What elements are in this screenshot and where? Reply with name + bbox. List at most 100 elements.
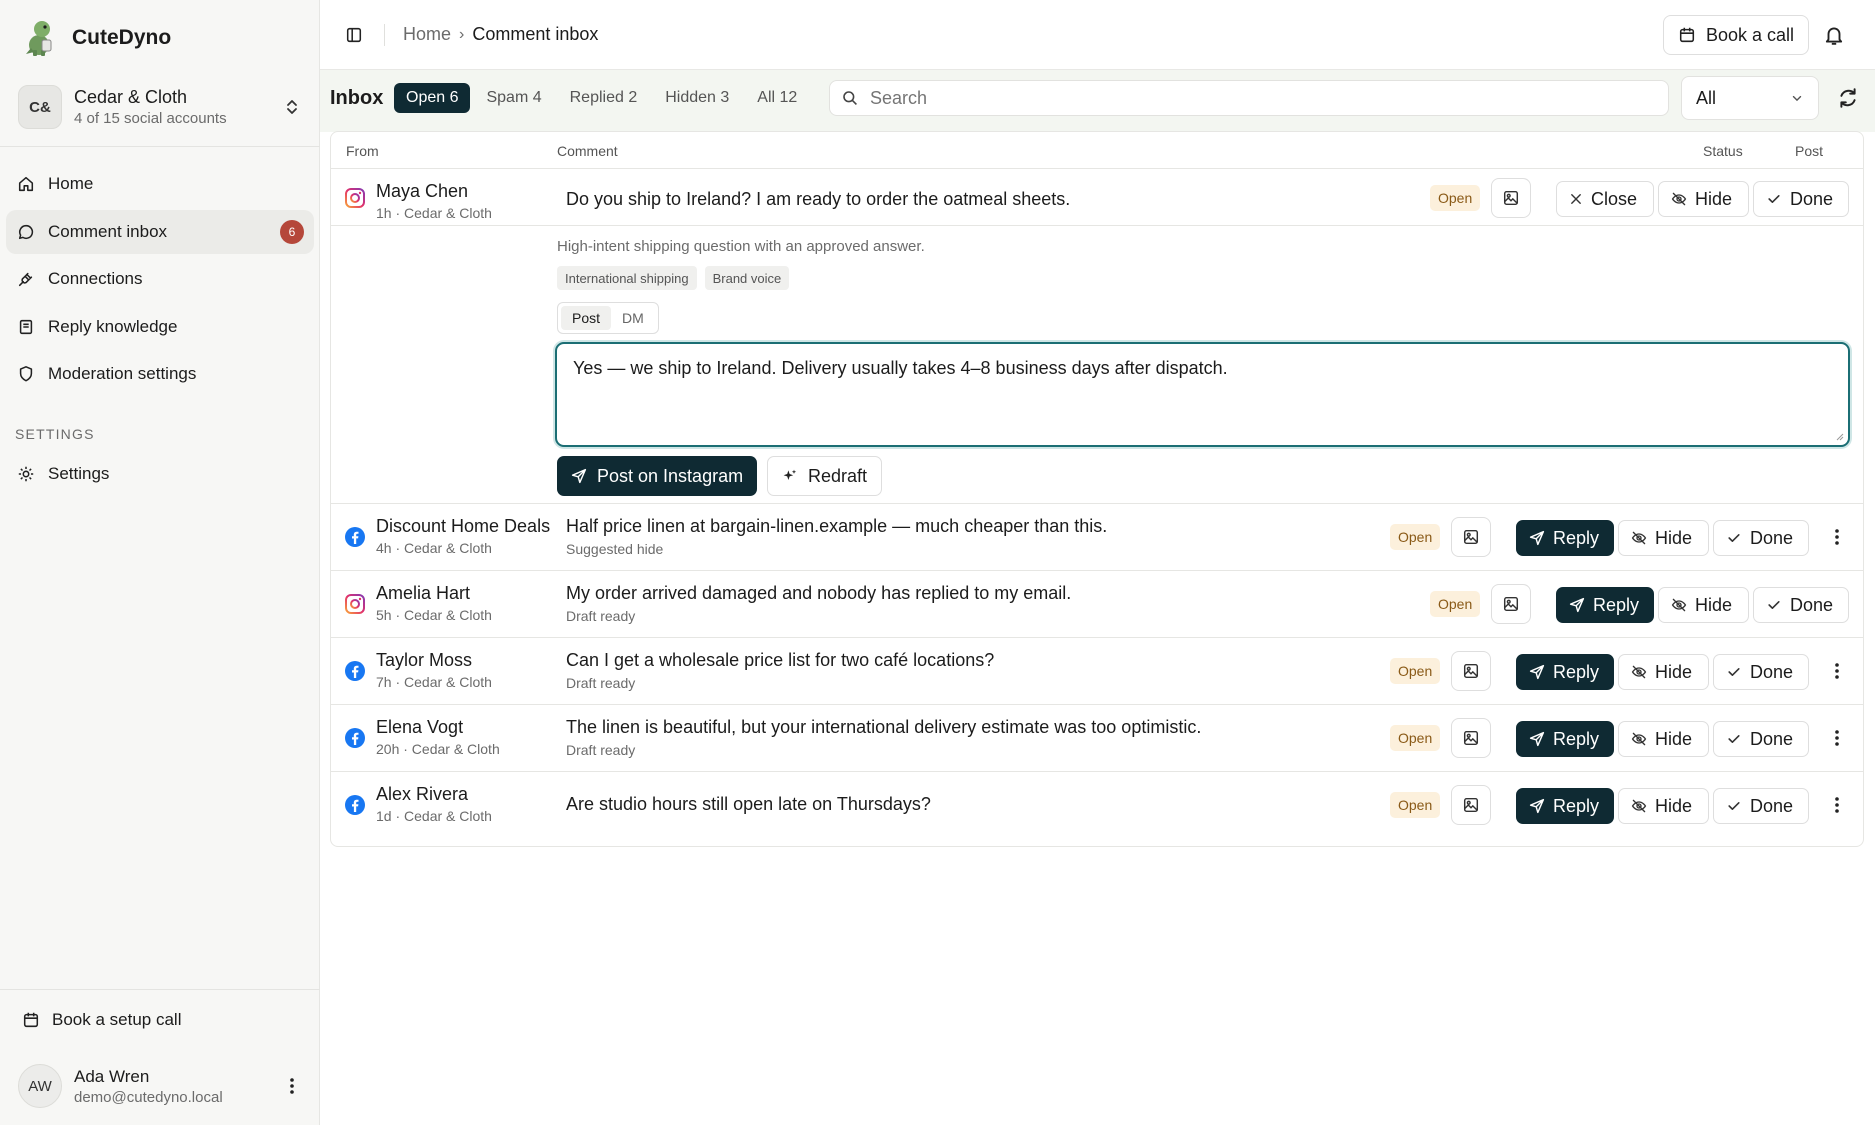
nav-label: Moderation settings bbox=[48, 364, 197, 383]
nav-item-comment-inbox[interactable]: Comment inbox 6 bbox=[6, 209, 314, 254]
platform-filter-select[interactable]: All bbox=[1681, 76, 1819, 120]
shield-icon bbox=[16, 364, 36, 384]
table-row[interactable]: Alex Rivera 1d · Cedar & Cloth Are studi… bbox=[331, 772, 1863, 839]
comment-hint: Draft ready bbox=[566, 608, 636, 624]
view-post-button[interactable] bbox=[1451, 651, 1491, 691]
plug-icon bbox=[16, 269, 36, 289]
sidebar-toggle-icon[interactable] bbox=[342, 23, 366, 47]
brand[interactable]: CuteDyno bbox=[22, 18, 171, 58]
hide-button[interactable]: Hide bbox=[1618, 788, 1709, 824]
done-button[interactable]: Done bbox=[1713, 654, 1809, 690]
instagram-icon bbox=[345, 594, 365, 614]
close-button[interactable]: Close bbox=[1556, 181, 1654, 217]
refresh-icon[interactable] bbox=[1837, 87, 1859, 109]
nav-item-reply-knowledge[interactable]: Reply knowledge bbox=[6, 305, 314, 349]
send-icon bbox=[571, 468, 587, 484]
send-icon bbox=[1529, 664, 1545, 680]
bell-icon[interactable] bbox=[1823, 24, 1845, 46]
tab-replied[interactable]: Replied 2 bbox=[558, 83, 650, 113]
hide-button[interactable]: Hide bbox=[1618, 520, 1709, 556]
hide-button[interactable]: Hide bbox=[1658, 181, 1749, 217]
nav-item-settings[interactable]: Settings bbox=[6, 452, 314, 496]
account-switcher[interactable]: C& Cedar & Cloth 4 of 15 social accounts bbox=[18, 84, 302, 130]
column-comment: Comment bbox=[557, 143, 618, 159]
nav-label: Settings bbox=[48, 464, 110, 483]
nav-label: Comment inbox bbox=[48, 221, 168, 241]
comment-table: From Comment Status Post Maya Chen 1h · … bbox=[330, 131, 1864, 847]
status-badge: Open bbox=[1430, 185, 1481, 211]
filter-value: All bbox=[1696, 87, 1717, 108]
done-button[interactable]: Done bbox=[1713, 721, 1809, 757]
draft-text: Yes — we ship to Ireland. Delivery usual… bbox=[573, 358, 1228, 378]
comment-text: Can I get a wholesale price list for two… bbox=[566, 650, 995, 670]
status-badge: Open bbox=[1390, 725, 1441, 751]
hide-button[interactable]: Hide bbox=[1658, 587, 1749, 623]
tab-hidden[interactable]: Hidden 3 bbox=[653, 83, 741, 113]
tab-open[interactable]: Open 6 bbox=[394, 83, 471, 113]
view-post-button[interactable] bbox=[1491, 584, 1531, 624]
dino-logo-icon bbox=[26, 21, 52, 56]
settings-section-label: SETTINGS bbox=[15, 426, 95, 442]
more-vertical-icon[interactable] bbox=[1827, 728, 1847, 748]
reply-textarea[interactable]: Yes — we ship to Ireland. Delivery usual… bbox=[555, 342, 1850, 447]
tab-spam[interactable]: Spam 4 bbox=[474, 83, 553, 113]
sparkles-icon bbox=[783, 469, 797, 480]
reply-label: Reply bbox=[1553, 661, 1600, 682]
comment-text: Are studio hours still open late on Thur… bbox=[566, 794, 931, 814]
view-post-button[interactable] bbox=[1451, 718, 1491, 758]
tag-chip: International shipping bbox=[557, 266, 697, 290]
nav-label: Connections bbox=[48, 269, 143, 288]
close-icon bbox=[1571, 194, 1581, 204]
more-vertical-icon[interactable] bbox=[1827, 661, 1847, 681]
table-row[interactable]: Taylor Moss 7h · Cedar & Cloth Can I get… bbox=[331, 638, 1863, 705]
more-vertical-icon[interactable] bbox=[1827, 795, 1847, 815]
more-vertical-icon[interactable] bbox=[1827, 527, 1847, 547]
reply-button[interactable]: Reply bbox=[1516, 654, 1614, 690]
view-post-button[interactable] bbox=[1451, 785, 1491, 825]
hide-label: Hide bbox=[1655, 527, 1693, 548]
done-button[interactable]: Done bbox=[1713, 520, 1809, 556]
nav-item-home[interactable]: Home bbox=[6, 162, 314, 206]
reply-button[interactable]: Reply bbox=[1516, 520, 1614, 556]
resize-handle-icon[interactable] bbox=[1834, 431, 1844, 441]
reply-button[interactable]: Reply bbox=[1516, 721, 1614, 757]
reply-label: Reply bbox=[1553, 728, 1600, 749]
more-vertical-icon[interactable] bbox=[282, 1076, 302, 1096]
view-post-button[interactable] bbox=[1451, 517, 1491, 557]
redraft-button[interactable]: Redraft bbox=[767, 456, 883, 496]
breadcrumb-home[interactable]: Home bbox=[403, 24, 451, 45]
sidebar-footer: Book a setup call AW Ada Wren demo@cuted… bbox=[0, 989, 320, 1125]
reply-button[interactable]: Reply bbox=[1516, 788, 1614, 824]
user-menu[interactable]: AW Ada Wren demo@cutedyno.local bbox=[18, 1064, 302, 1108]
mode-dm[interactable]: DM bbox=[611, 306, 655, 330]
post-on-instagram-button[interactable]: Post on Instagram bbox=[557, 456, 758, 496]
hide-label: Hide bbox=[1655, 795, 1693, 816]
reply-button[interactable]: Reply bbox=[1556, 587, 1654, 623]
tab-all[interactable]: All 12 bbox=[745, 83, 809, 113]
book-a-call-button[interactable]: Book a call bbox=[1662, 15, 1809, 55]
breadcrumb-current: Comment inbox bbox=[472, 24, 599, 44]
table-row[interactable]: Discount Home Deals 4h · Cedar & Cloth H… bbox=[331, 504, 1863, 571]
hide-button[interactable]: Hide bbox=[1618, 654, 1709, 690]
hide-label: Hide bbox=[1655, 728, 1693, 749]
nav-item-connections[interactable]: Connections bbox=[6, 257, 314, 301]
table-row[interactable]: Elena Vogt 20h · Cedar & Cloth The linen… bbox=[331, 705, 1863, 772]
search-input[interactable] bbox=[870, 87, 1630, 109]
done-button[interactable]: Done bbox=[1753, 587, 1849, 623]
divider bbox=[0, 146, 320, 147]
check-icon bbox=[1768, 601, 1780, 609]
table-row[interactable]: Maya Chen 1h · Cedar & Cloth Do you ship… bbox=[331, 169, 1863, 226]
book-setup-call-link[interactable]: Book a setup call bbox=[22, 1010, 181, 1030]
done-button[interactable]: Done bbox=[1753, 181, 1849, 217]
status-badge: Open bbox=[1390, 792, 1441, 818]
done-button[interactable]: Done bbox=[1713, 788, 1809, 824]
hide-label: Hide bbox=[1695, 594, 1733, 615]
mode-post[interactable]: Post bbox=[561, 306, 612, 330]
table-row[interactable]: Amelia Hart 5h · Cedar & Cloth My order … bbox=[331, 571, 1863, 638]
inbox-count-badge: 6 bbox=[280, 219, 304, 244]
view-post-button[interactable] bbox=[1491, 178, 1531, 218]
chevron-right-icon: › bbox=[459, 25, 465, 43]
sidebar: CuteDyno C& Cedar & Cloth 4 of 15 social… bbox=[0, 0, 320, 1125]
hide-button[interactable]: Hide bbox=[1618, 721, 1709, 757]
nav-item-moderation-settings[interactable]: Moderation settings bbox=[6, 352, 314, 396]
